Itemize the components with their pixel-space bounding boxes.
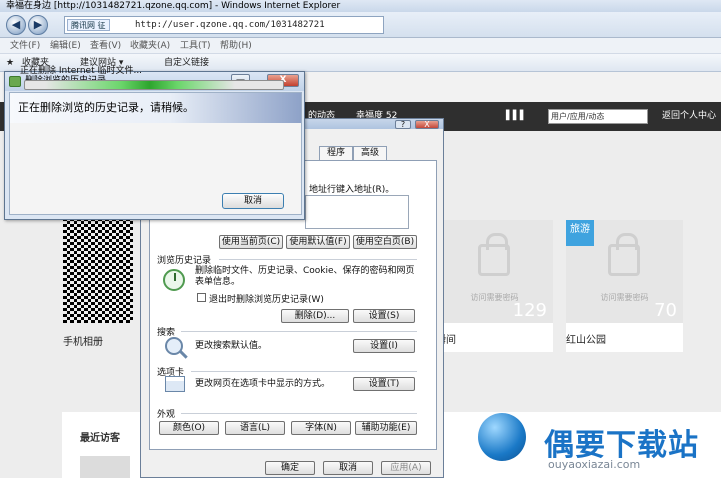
appearance-section-label: 外观	[157, 410, 176, 420]
dialog-header-band: 正在删除浏览的历史记录，请稍候。	[10, 93, 301, 123]
menu-bar: 文件(F) 编辑(E) 查看(V) 收藏夹(A) 工具(T) 帮助(H)	[0, 38, 721, 54]
fonts-button[interactable]: 字体(N)	[291, 421, 351, 435]
languages-button[interactable]: 语言(L)	[225, 421, 285, 435]
lock-icon	[478, 233, 510, 276]
tab-advanced[interactable]: 高级	[353, 146, 387, 160]
back-home-link[interactable]: 返回个人中心	[662, 102, 716, 131]
travel-tag: 旅游	[566, 220, 594, 246]
apply-button[interactable]: 应用(A)	[381, 461, 431, 475]
menu-view[interactable]: 查看(V)	[90, 38, 121, 54]
use-current-button[interactable]: 使用当前页(C)	[219, 235, 283, 249]
delete-history-button[interactable]: 删除(D)...	[281, 309, 349, 323]
accessibility-button[interactable]: 辅助功能(E)	[355, 421, 417, 435]
homepage-hint: 地址行键入地址(R)。	[309, 185, 395, 195]
progress-bar	[24, 80, 284, 90]
delete-on-exit-checkbox[interactable]	[197, 293, 206, 302]
colors-button[interactable]: 颜色(O)	[159, 421, 219, 435]
progress-status: 正在删除 Internet 临时文件...	[20, 66, 143, 76]
delete-on-exit-label[interactable]: 退出时删除浏览历史记录(W)	[209, 292, 324, 305]
window-title: 幸福在身边 [http://1031482721.qzone.qq.com] -…	[6, 1, 341, 11]
section-divider	[181, 331, 417, 332]
photo-count: 70	[654, 300, 677, 321]
menu-favorites[interactable]: 收藏夹(A)	[130, 38, 170, 54]
history-settings-button[interactable]: 设置(S)	[353, 309, 415, 323]
use-default-button[interactable]: 使用默认值(F)	[286, 235, 350, 249]
address-bar-row: ◀ ▶ 腾讯网 征 http://user.qzone.qq.com/10314…	[0, 12, 721, 38]
photo-count: 129	[512, 300, 547, 321]
recent-visitors-title: 最近访客	[80, 433, 120, 444]
section-divider	[191, 371, 417, 372]
watermark-url: ouyaoxiazai.com	[548, 458, 641, 471]
close-button[interactable]: X	[415, 120, 439, 129]
section-divider	[219, 259, 417, 260]
site-tag[interactable]: 腾讯网 征	[67, 19, 110, 31]
progress-marquee	[45, 81, 235, 89]
browser-title-bar: 幸福在身边 [http://1031482721.qzone.qq.com] -…	[0, 0, 721, 12]
search-description: 更改搜索默认值。	[195, 341, 268, 351]
search-settings-button[interactable]: 设置(I)	[353, 339, 415, 353]
section-divider	[181, 413, 417, 414]
album-title[interactable]: 红山公园	[566, 331, 606, 346]
tabs-description: 更改网页在选项卡中显示的方式。	[195, 379, 331, 389]
cancel-button[interactable]: 取消	[323, 461, 373, 475]
menu-tools[interactable]: 工具(T)	[180, 38, 211, 54]
lock-icon	[608, 233, 640, 276]
qr-code-image[interactable]	[63, 220, 133, 323]
back-arrow-icon: ◀	[11, 18, 21, 31]
album-title[interactable]: 手机相册	[63, 333, 103, 348]
album-card[interactable]: 访问需要密码 129 瞬间	[436, 220, 553, 352]
history-description: 删除临时文件、历史记录、Cookie、保存的密码和网页表单信息。	[195, 266, 415, 287]
fav-link-custom[interactable]: 自定义链接	[164, 54, 209, 72]
forward-button[interactable]: ▶	[28, 15, 48, 35]
signal-bars-icon[interactable]: ▌▌▌	[506, 102, 527, 131]
menu-edit[interactable]: 编辑(E)	[50, 38, 81, 54]
dialog-heading: 正在删除浏览的历史记录，请稍候。	[18, 101, 194, 114]
watermark-logo-icon	[478, 413, 526, 461]
ok-button[interactable]: 确定	[265, 461, 315, 475]
history-clock-icon	[163, 269, 185, 291]
help-button[interactable]: ?	[395, 120, 411, 129]
star-icon: ★	[6, 58, 15, 68]
delete-history-icon	[9, 76, 21, 87]
address-field[interactable]: 腾讯网 征 http://user.qzone.qq.com/103148272…	[64, 16, 384, 34]
magnifier-icon	[165, 337, 183, 355]
url-text[interactable]: http://user.qzone.qq.com/1031482721	[135, 17, 325, 34]
menu-help[interactable]: 帮助(H)	[220, 38, 252, 54]
tabs-icon	[165, 376, 185, 392]
tab-programs[interactable]: 程序	[319, 146, 353, 160]
qzone-search-input[interactable]: 用户/应用/动态	[548, 109, 648, 124]
tabs-settings-button[interactable]: 设置(T)	[353, 377, 415, 391]
forward-arrow-icon: ▶	[33, 18, 43, 31]
avatar[interactable]	[80, 456, 130, 478]
menu-file[interactable]: 文件(F)	[10, 38, 40, 54]
use-blank-button[interactable]: 使用空白页(B)	[353, 235, 417, 249]
history-section-label: 浏览历史记录	[157, 256, 212, 266]
cancel-delete-button[interactable]: 取消	[222, 193, 284, 209]
homepage-textarea[interactable]	[305, 195, 409, 229]
back-button[interactable]: ◀	[6, 15, 26, 35]
